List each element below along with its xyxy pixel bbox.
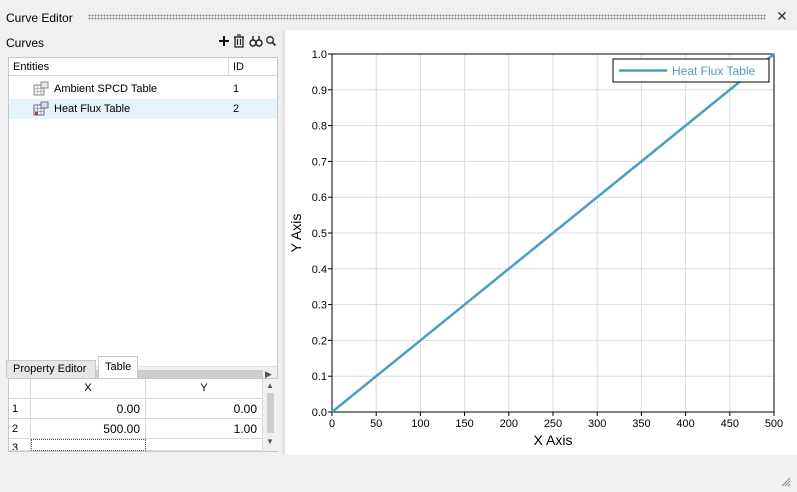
scroll-down-icon[interactable]: ▼ bbox=[266, 437, 274, 446]
x-tick-label: 150 bbox=[455, 418, 473, 430]
x-tick-label: 200 bbox=[500, 418, 518, 430]
x-tick-label: 0 bbox=[329, 418, 335, 430]
tree-row-id: 1 bbox=[233, 83, 240, 95]
resize-grip-icon[interactable] bbox=[779, 475, 791, 487]
tab-property-editor[interactable]: Property Editor bbox=[6, 360, 96, 378]
find-icon[interactable] bbox=[249, 33, 263, 49]
tree-row-heat-flux[interactable]: Heat Flux Table 2 bbox=[9, 99, 277, 119]
x-axis-label: X Axis bbox=[534, 432, 573, 448]
y-tick-label: 0.8 bbox=[312, 121, 327, 133]
tab-table[interactable]: Table bbox=[98, 356, 138, 378]
y-tick-label: 0.6 bbox=[312, 192, 327, 204]
x-tick-label: 100 bbox=[411, 418, 429, 430]
column-divider bbox=[228, 58, 229, 76]
row-header[interactable]: 1 bbox=[9, 399, 31, 419]
y-tick-label: 0.1 bbox=[312, 371, 327, 383]
close-icon[interactable]: ✕ bbox=[775, 9, 789, 23]
data-table: X Y 1 0.00 0.00 2 500.00 1.00 3 ▲ ▼ bbox=[8, 378, 278, 452]
x-tick-label: 350 bbox=[632, 418, 650, 430]
chart-panel[interactable]: 0 50 100 150 200 250 300 350 400 450 500 0.0 0.1 0.2 0… bbox=[285, 30, 797, 455]
drag-handle[interactable] bbox=[88, 14, 766, 20]
table-curve-icon bbox=[33, 81, 49, 97]
y-tick-label: 0.7 bbox=[312, 156, 327, 168]
curves-label: Curves bbox=[6, 36, 45, 50]
tree-row-label: Heat Flux Table bbox=[54, 103, 131, 115]
column-y[interactable]: Y bbox=[146, 379, 263, 399]
column-id[interactable]: ID bbox=[233, 61, 244, 73]
cell-y[interactable]: 1.00 bbox=[146, 419, 263, 439]
y-tick-label: 0.4 bbox=[312, 264, 327, 276]
x-tick-label: 50 bbox=[370, 418, 382, 430]
x-tick-label: 400 bbox=[676, 418, 694, 430]
entities-tree[interactable]: Entities ID Ambient SPCD Table 1 Heat Fl… bbox=[8, 57, 278, 381]
table-corner bbox=[9, 379, 31, 399]
cell-y-new[interactable] bbox=[146, 439, 263, 451]
tree-row-label: Ambient SPCD Table bbox=[54, 83, 158, 95]
legend-label: Heat Flux Table bbox=[672, 64, 755, 78]
bottom-tabs: Property Editor Table bbox=[6, 356, 278, 378]
y-tick-label: 0.5 bbox=[312, 228, 327, 240]
vertical-scrollbar[interactable]: ▲ ▼ bbox=[263, 379, 278, 451]
y-tick-label: 0.9 bbox=[312, 85, 327, 97]
x-tick-label: 250 bbox=[544, 418, 562, 430]
y-tick-label: 0.0 bbox=[312, 407, 327, 419]
x-tick-label: 450 bbox=[721, 418, 739, 430]
table-curve-icon bbox=[33, 101, 49, 117]
row-header[interactable]: 3 bbox=[9, 439, 31, 451]
status-bar bbox=[0, 455, 797, 492]
cell-x-new[interactable] bbox=[31, 439, 146, 451]
x-tick-label: 500 bbox=[765, 418, 783, 430]
curve-chart[interactable]: 0 50 100 150 200 250 300 350 400 450 500 0.0 0.1 0.2 0… bbox=[285, 30, 797, 455]
tree-row-id: 2 bbox=[233, 103, 240, 115]
search-icon[interactable] bbox=[264, 33, 278, 49]
cell-x[interactable]: 500.00 bbox=[31, 419, 146, 439]
tree-header: Entities ID bbox=[9, 58, 277, 76]
tree-row-ambient-spcd[interactable]: Ambient SPCD Table 1 bbox=[9, 79, 277, 99]
x-tick-label: 300 bbox=[588, 418, 606, 430]
window-title: Curve Editor bbox=[6, 11, 73, 25]
cell-y[interactable]: 0.00 bbox=[146, 399, 263, 419]
scrollbar-thumb[interactable] bbox=[267, 393, 274, 433]
title-bar: Curve Editor ✕ bbox=[0, 0, 797, 30]
column-x[interactable]: X bbox=[31, 379, 146, 399]
add-icon[interactable] bbox=[217, 33, 231, 49]
curves-panel: Curves Entities ID Ambient SPCD Table 1 bbox=[0, 30, 282, 455]
y-tick-label: 0.2 bbox=[312, 335, 327, 347]
y-axis-label: Y Axis bbox=[288, 214, 304, 253]
cell-x[interactable]: 0.00 bbox=[31, 399, 146, 419]
column-entities[interactable]: Entities bbox=[13, 61, 49, 73]
y-tick-label: 1.0 bbox=[312, 49, 327, 61]
scroll-up-icon[interactable]: ▲ bbox=[266, 381, 274, 390]
row-header[interactable]: 2 bbox=[9, 419, 31, 439]
delete-icon[interactable] bbox=[232, 33, 246, 49]
y-tick-label: 0.3 bbox=[312, 300, 327, 312]
